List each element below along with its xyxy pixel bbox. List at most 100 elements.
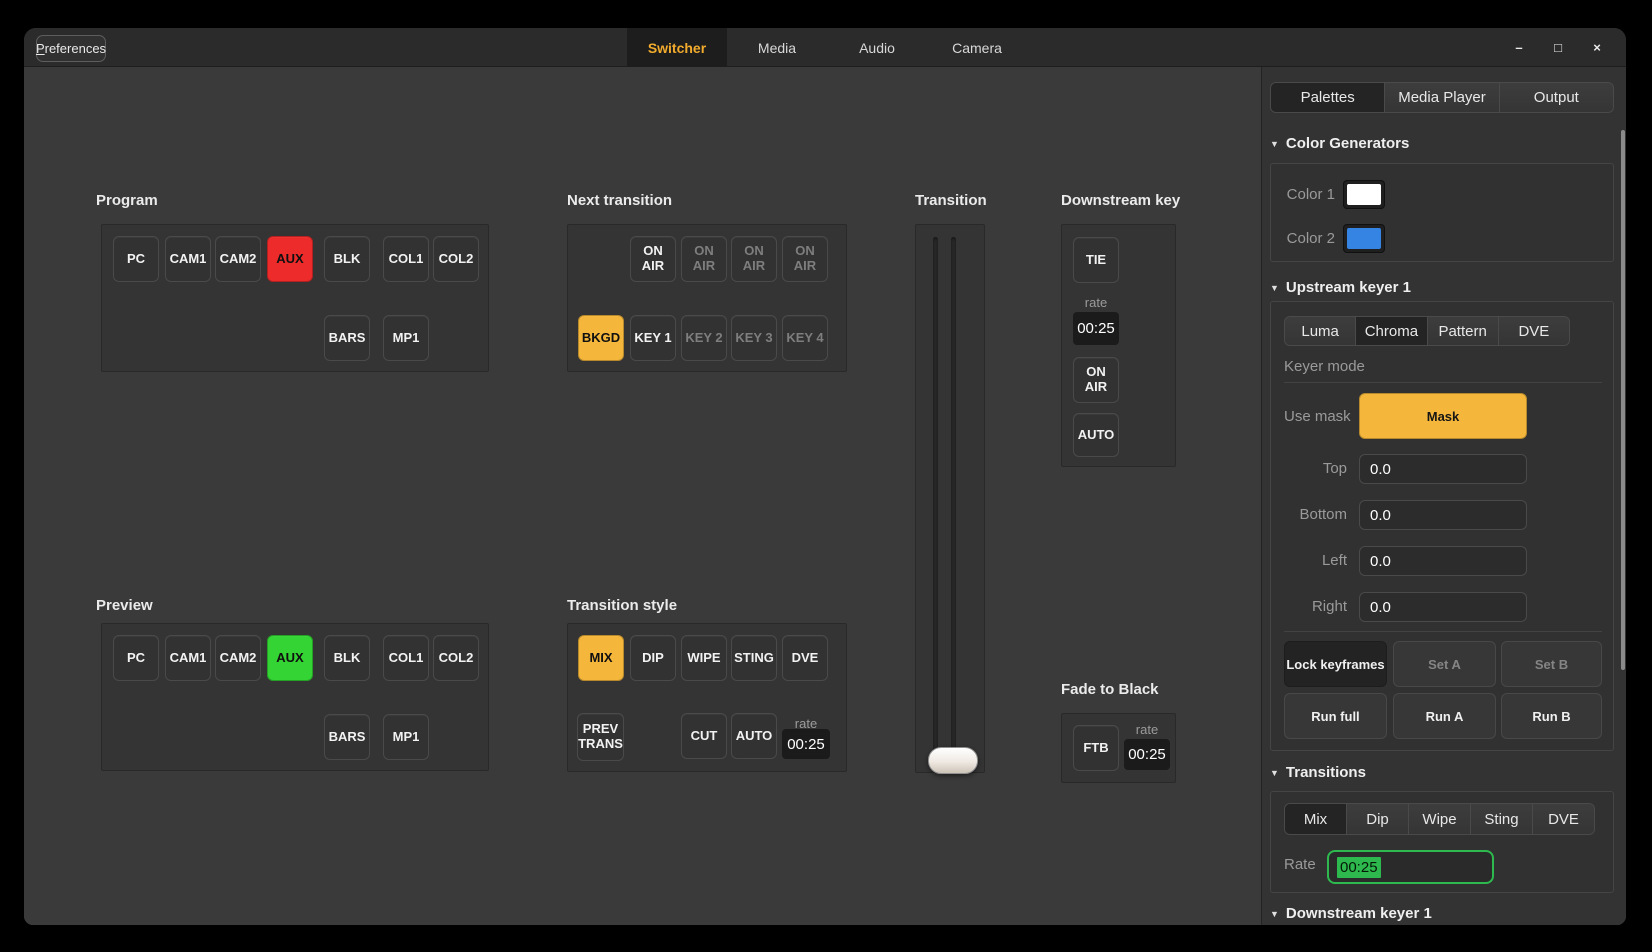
upstream-keyer-expander[interactable]: ▼ Upstream keyer 1 (1270, 279, 1411, 296)
run-full-button[interactable]: Run full (1284, 693, 1387, 739)
style-sting-button[interactable]: STING (731, 635, 777, 681)
tab-dve[interactable]: DVE (1499, 317, 1569, 345)
color-generators-expander[interactable]: ▼ Color Generators (1270, 135, 1409, 152)
ftb-button[interactable]: FTB (1073, 725, 1119, 771)
key3-button[interactable]: KEY 3 (731, 315, 777, 361)
tab-media-player[interactable]: Media Player (1385, 83, 1499, 112)
tab-palettes[interactable]: Palettes (1271, 83, 1385, 112)
set-a-button[interactable]: Set A (1393, 641, 1496, 687)
tab-sting[interactable]: Sting (1471, 804, 1533, 834)
upstream-keyer-title: Upstream keyer 1 (1286, 279, 1411, 296)
tab-wipe[interactable]: Wipe (1409, 804, 1471, 834)
color1-fill (1347, 184, 1381, 205)
lock-keyframes-button[interactable]: Lock keyframes (1284, 641, 1387, 687)
tab-switcher[interactable]: Switcher (627, 28, 727, 67)
run-a-button[interactable]: Run A (1393, 693, 1496, 739)
key1-button[interactable]: KEY 1 (630, 315, 676, 361)
dsk-onair-button[interactable]: ON AIR (1073, 357, 1119, 403)
tab-camera[interactable]: Camera (927, 28, 1027, 67)
mask-right-input[interactable]: 0.0 (1359, 592, 1527, 622)
tab-chroma[interactable]: Chroma (1356, 317, 1427, 345)
prev-trans-button[interactable]: PREV TRANS (577, 713, 624, 761)
minimize-icon[interactable]: – (1504, 35, 1534, 61)
key4-button[interactable]: KEY 4 (782, 315, 828, 361)
style-rate-value[interactable]: 00:25 (782, 729, 830, 759)
tab-luma[interactable]: Luma (1285, 317, 1356, 345)
run-b-button[interactable]: Run B (1501, 693, 1602, 739)
program-col2-button[interactable]: COL2 (433, 236, 479, 282)
keyer-mode-label: Keyer mode (1284, 358, 1365, 375)
sidebar: Palettes Media Player Output ▼ Color Gen… (1261, 67, 1626, 925)
preview-mp1-button[interactable]: MP1 (383, 714, 429, 760)
transitions-expander[interactable]: ▼ Transitions (1270, 764, 1366, 781)
app-window: Preferences Switcher Media Audio Camera … (24, 28, 1626, 925)
mask-top-input[interactable]: 0.0 (1359, 454, 1527, 484)
next-transition-onair1-button[interactable]: ON AIR (630, 236, 676, 282)
main-tabs: Switcher Media Audio Camera (627, 28, 1027, 67)
color2-swatch[interactable] (1343, 224, 1385, 253)
tab-mix[interactable]: Mix (1285, 804, 1347, 834)
mask-left-input[interactable]: 0.0 (1359, 546, 1527, 576)
tbar-handle[interactable] (928, 747, 978, 774)
style-dve-button[interactable]: DVE (782, 635, 828, 681)
expander-down-icon: ▼ (1270, 139, 1279, 149)
program-aux-button[interactable]: AUX (267, 236, 313, 282)
tab-dve[interactable]: DVE (1533, 804, 1594, 834)
next-transition-onair2-button[interactable]: ON AIR (681, 236, 727, 282)
expander-down-icon: ▼ (1270, 768, 1279, 778)
preview-bars-button[interactable]: BARS (324, 714, 370, 760)
screen: Preferences Switcher Media Audio Camera … (0, 0, 1652, 952)
preview-cam1-button[interactable]: CAM1 (165, 635, 211, 681)
next-transition-title: Next transition (567, 192, 672, 209)
mask-toggle-button[interactable]: Mask (1359, 393, 1527, 439)
preview-col2-button[interactable]: COL2 (433, 635, 479, 681)
dsk-tie-button[interactable]: TIE (1073, 237, 1119, 283)
style-mix-button[interactable]: MIX (578, 635, 624, 681)
fade-to-black-title: Fade to Black (1061, 681, 1159, 698)
close-icon[interactable]: × (1582, 35, 1612, 61)
maximize-icon[interactable]: □ (1543, 35, 1573, 61)
sidebar-scrollbar[interactable] (1621, 130, 1625, 670)
bkgd-button[interactable]: BKGD (578, 315, 624, 361)
tab-media[interactable]: Media (727, 28, 827, 67)
preferences-button[interactable]: Preferences (36, 35, 106, 62)
key2-button[interactable]: KEY 2 (681, 315, 727, 361)
preview-cam2-button[interactable]: CAM2 (215, 635, 261, 681)
dsk-rate-value[interactable]: 00:25 (1073, 312, 1119, 345)
program-pc-button[interactable]: PC (113, 236, 159, 282)
next-transition-onair3-button[interactable]: ON AIR (731, 236, 777, 282)
preview-aux-button[interactable]: AUX (267, 635, 313, 681)
tab-dip[interactable]: Dip (1347, 804, 1409, 834)
titlebar: Preferences Switcher Media Audio Camera … (24, 28, 1626, 67)
style-dip-button[interactable]: DIP (630, 635, 676, 681)
downstream-keyer-expander[interactable]: ▼ Downstream keyer 1 (1270, 905, 1432, 922)
set-b-button[interactable]: Set B (1501, 641, 1602, 687)
program-col1-button[interactable]: COL1 (383, 236, 429, 282)
program-cam1-button[interactable]: CAM1 (165, 236, 211, 282)
tab-pattern[interactable]: Pattern (1428, 317, 1499, 345)
program-cam2-button[interactable]: CAM2 (215, 236, 261, 282)
preview-pc-button[interactable]: PC (113, 635, 159, 681)
color1-swatch[interactable] (1343, 180, 1385, 209)
color2-fill (1347, 228, 1381, 249)
next-transition-onair4-button[interactable]: ON AIR (782, 236, 828, 282)
rate-input[interactable]: 00:25 (1327, 850, 1494, 884)
tbar-groove-left (933, 237, 938, 761)
auto-button[interactable]: AUTO (731, 713, 777, 759)
program-blk-button[interactable]: BLK (324, 236, 370, 282)
ftb-rate-value[interactable]: 00:25 (1124, 739, 1170, 770)
downstream-key-panel: TIE rate 00:25 ON AIR AUTO (1061, 224, 1176, 467)
program-mp1-button[interactable]: MP1 (383, 315, 429, 361)
dsk-auto-button[interactable]: AUTO (1073, 413, 1119, 457)
preview-blk-button[interactable]: BLK (324, 635, 370, 681)
color-generators-panel: Color 1 Color 2 (1270, 163, 1614, 262)
tab-audio[interactable]: Audio (827, 28, 927, 67)
tab-output[interactable]: Output (1500, 83, 1613, 112)
cut-button[interactable]: CUT (681, 713, 727, 759)
program-bars-button[interactable]: BARS (324, 315, 370, 361)
preview-col1-button[interactable]: COL1 (383, 635, 429, 681)
style-wipe-button[interactable]: WIPE (681, 635, 727, 681)
upstream-keyer-panel: Luma Chroma Pattern DVE Keyer mode Use m… (1270, 301, 1614, 751)
mask-bottom-input[interactable]: 0.0 (1359, 500, 1527, 530)
ftb-rate-label: rate (1124, 722, 1170, 737)
